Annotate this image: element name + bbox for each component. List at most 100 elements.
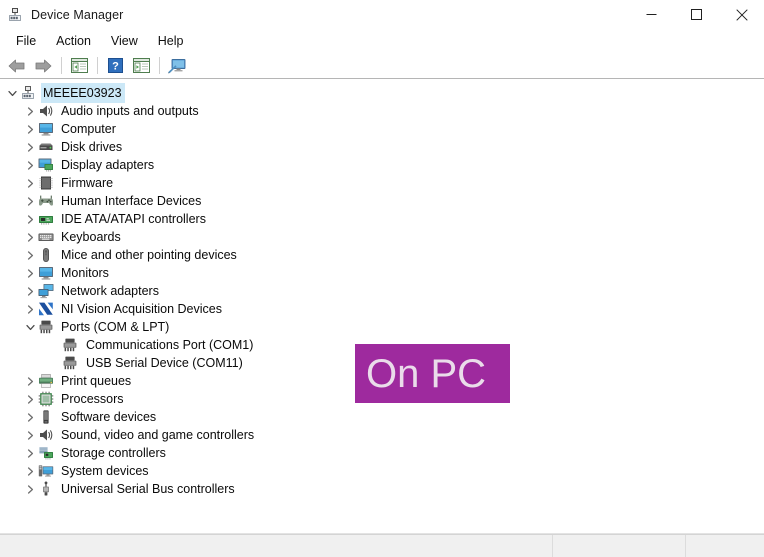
tree-item-firmware[interactable]: Firmware (0, 174, 764, 192)
port-icon (63, 356, 77, 370)
chevron-right-icon[interactable] (22, 264, 38, 282)
chevron-right-icon[interactable] (22, 174, 38, 192)
scan-hardware-changes-button[interactable] (165, 55, 189, 77)
chevron-right-icon[interactable] (22, 120, 38, 138)
tree-item-network-adapters[interactable]: Network adapters (0, 282, 764, 300)
tree-item-label: Disk drives (61, 140, 123, 154)
tree-item-storage-controllers[interactable]: Storage controllers (0, 444, 764, 462)
tree-item-software-devices[interactable]: Software devices (0, 408, 764, 426)
help-button[interactable]: ? (103, 55, 127, 77)
ni-vision-icon (39, 302, 53, 316)
port-icon (39, 320, 53, 334)
processor-icon (38, 391, 54, 407)
toolbar-separator-3 (159, 57, 160, 74)
back-arrow-icon (8, 59, 25, 72)
menu-action[interactable]: Action (46, 32, 101, 51)
caption-button-group (629, 0, 764, 29)
keyboard-icon (38, 233, 54, 241)
monitor-icon (39, 267, 53, 280)
tree-item-label: IDE ATA/ATAPI controllers (61, 212, 206, 226)
tree-item-label: Firmware (61, 176, 114, 190)
tree-root-node[interactable]: MEEEE03923 (0, 83, 764, 103)
tree-item-ide-ata-atapi-controllers[interactable]: IDE ATA/ATAPI controllers (0, 210, 764, 228)
tree-item-system-devices[interactable]: System devices (0, 462, 764, 480)
on-pc-overlay-badge: On PC (355, 344, 510, 403)
tree-item-ports-com-and-lpt[interactable]: Ports (COM & LPT) (0, 318, 764, 336)
forward-arrow-icon (35, 59, 52, 72)
chevron-right-icon[interactable] (22, 462, 38, 480)
maximize-button[interactable] (674, 0, 719, 29)
firmware-chip-icon (39, 176, 53, 190)
properties-button[interactable] (129, 55, 153, 77)
menu-view[interactable]: View (101, 32, 148, 51)
chevron-right-icon[interactable] (22, 372, 38, 390)
tree-item-label: Human Interface Devices (61, 194, 202, 208)
speaker-icon (40, 429, 53, 441)
usb-controller-icon (43, 481, 49, 496)
tree-item-computer[interactable]: Computer (0, 120, 764, 138)
minimize-button[interactable] (629, 0, 674, 29)
device-tree: MEEEE03923 Audio inputs and outputs Comp… (0, 80, 764, 498)
tree-item-label: Audio inputs and outputs (61, 104, 199, 118)
chevron-right-icon[interactable] (22, 192, 38, 210)
chevron-right-icon[interactable] (22, 282, 38, 300)
help-question-icon: ? (107, 58, 123, 73)
ide-controller-icon (39, 216, 53, 225)
chevron-right-icon[interactable] (22, 138, 38, 156)
tree-item-label: Storage controllers (61, 446, 166, 460)
on-pc-overlay-text: On PC (366, 351, 487, 396)
tree-item-display-adapters[interactable]: Display adapters (0, 156, 764, 174)
chevron-down-icon[interactable] (4, 84, 20, 102)
chevron-right-icon[interactable] (22, 156, 38, 174)
title-bar: Device Manager (0, 0, 764, 29)
menu-bar: File Action View Help (0, 29, 764, 53)
toolbar-separator-2 (97, 57, 98, 74)
tree-item-audio-inputs-and-outputs[interactable]: Audio inputs and outputs (0, 102, 764, 120)
forward-button[interactable] (31, 55, 55, 77)
chevron-right-icon[interactable] (22, 210, 38, 228)
tree-item-keyboards[interactable]: Keyboards (0, 228, 764, 246)
computer-node-icon (22, 86, 34, 99)
status-bar (0, 534, 764, 557)
hid-gamepad-icon (39, 195, 53, 206)
disk-drive-icon (39, 143, 53, 150)
show-hide-console-tree-button[interactable] (67, 55, 91, 77)
back-button[interactable] (5, 55, 29, 77)
status-pane-main (0, 535, 553, 557)
svg-text:?: ? (112, 61, 119, 73)
minimize-icon (646, 14, 657, 15)
storage-controller-icon (39, 447, 53, 460)
tree-item-mice-and-other-pointing-devices[interactable]: Mice and other pointing devices (0, 246, 764, 264)
monitor-icon (39, 123, 53, 136)
chevron-right-icon[interactable] (22, 246, 38, 264)
tree-panel: MEEEE03923 Audio inputs and outputs Comp… (0, 80, 764, 533)
properties-icon (132, 58, 150, 73)
tree-item-label: Monitors (61, 266, 109, 280)
chevron-right-icon[interactable] (22, 228, 38, 246)
tree-item-sound-video-and-game-controllers[interactable]: Sound, video and game controllers (0, 426, 764, 444)
chevron-right-icon[interactable] (22, 426, 38, 444)
chevron-down-icon[interactable] (22, 318, 38, 336)
tree-item-label: Ports (COM & LPT) (61, 320, 170, 334)
menu-help[interactable]: Help (148, 32, 194, 51)
tree-item-universal-serial-bus-controllers[interactable]: Universal Serial Bus controllers (0, 480, 764, 498)
tree-item-disk-drives[interactable]: Disk drives (0, 138, 764, 156)
chevron-right-icon[interactable] (22, 300, 38, 318)
speaker-icon (40, 105, 53, 117)
scan-hardware-icon (167, 58, 185, 73)
tree-item-monitors[interactable]: Monitors (0, 264, 764, 282)
status-pane-secondary (553, 535, 686, 557)
chevron-right-icon[interactable] (22, 390, 38, 408)
chevron-right-icon[interactable] (22, 102, 38, 120)
chevron-right-icon[interactable] (22, 480, 38, 498)
toolbar-separator-1 (61, 57, 62, 74)
tree-item-human-interface-devices[interactable]: Human Interface Devices (0, 192, 764, 210)
close-button[interactable] (719, 0, 764, 29)
chevron-right-icon[interactable] (22, 408, 38, 426)
tree-item-ni-vision-acquisition-devices[interactable]: NI Vision Acquisition Devices (0, 300, 764, 318)
display-adapter-icon (38, 158, 53, 172)
chevron-right-icon[interactable] (22, 444, 38, 462)
software-device-icon (43, 410, 49, 424)
menu-file[interactable]: File (6, 32, 46, 51)
window-title: Device Manager (31, 7, 124, 22)
